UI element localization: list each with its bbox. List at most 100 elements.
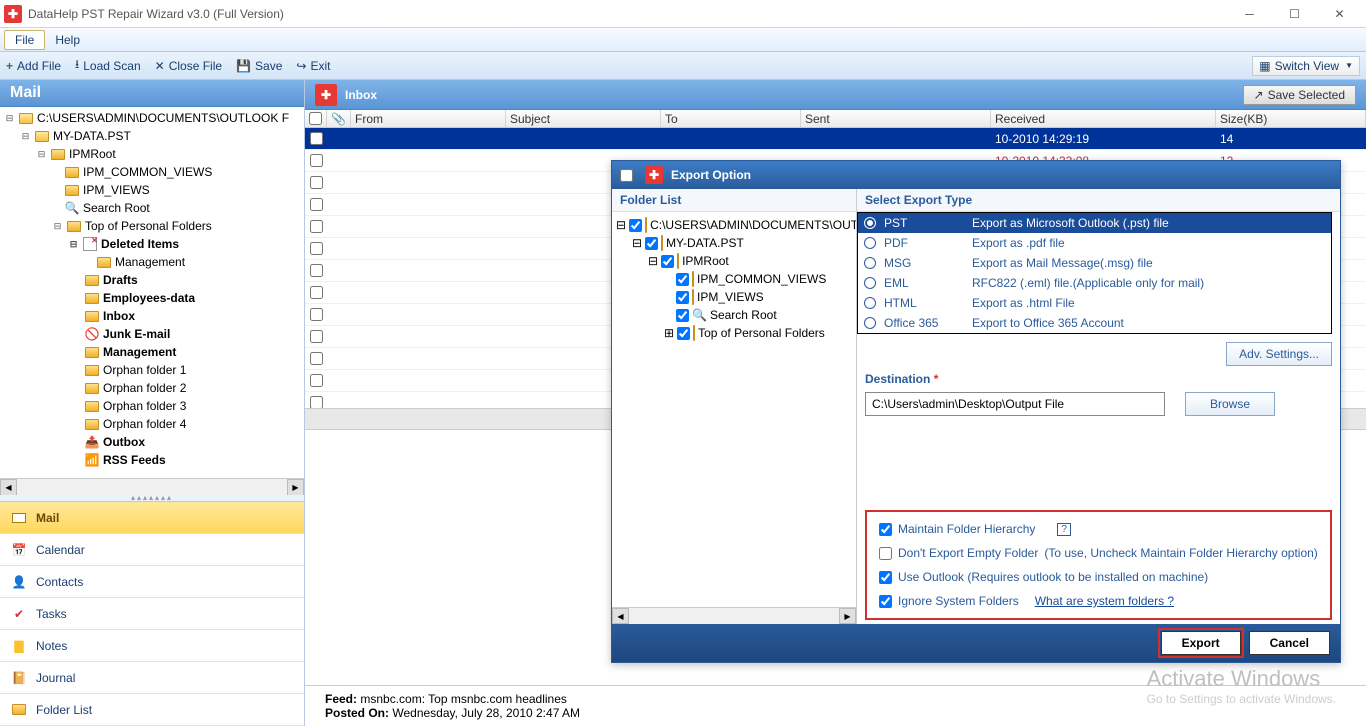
- export-folder-tree[interactable]: ⊟C:\USERS\ADMIN\DOCUMENTS\OUT ⊟MY-DATA.P…: [612, 212, 856, 607]
- tree-checkbox[interactable]: [645, 237, 658, 250]
- search-icon: 🔍: [692, 308, 707, 322]
- nav-contacts[interactable]: 👤Contacts: [0, 566, 304, 598]
- adv-settings-button[interactable]: Adv. Settings...: [1226, 342, 1332, 366]
- export-type-office365[interactable]: Office 365Export to Office 365 Account: [858, 313, 1331, 333]
- expand-icon[interactable]: ⊟: [36, 149, 47, 160]
- dialog-select-all[interactable]: [620, 169, 633, 182]
- attach-column[interactable]: 📎: [327, 110, 351, 127]
- row-checkbox[interactable]: [310, 286, 323, 299]
- system-folders-link[interactable]: What are system folders ?: [1035, 594, 1174, 608]
- nav-journal[interactable]: 📔Journal: [0, 662, 304, 694]
- row-checkbox[interactable]: [310, 198, 323, 211]
- tree-checkbox[interactable]: [676, 309, 689, 322]
- folder-icon: [85, 419, 99, 430]
- file-menu[interactable]: File: [4, 30, 45, 50]
- app-icon: ✚: [4, 5, 22, 23]
- export-type-eml[interactable]: EMLRFC822 (.eml) file.(Applicable only f…: [858, 273, 1331, 293]
- app-icon: ✚: [645, 166, 663, 184]
- load-scan-button[interactable]: ⭳Load Scan: [75, 55, 141, 76]
- nav-list: Mail 📅Calendar 👤Contacts ✔Tasks ▇Notes 📔…: [0, 501, 304, 726]
- export-dialog: ✚ Export Option Folder List ⊟C:\USERS\AD…: [611, 160, 1341, 663]
- dont-export-empty-checkbox[interactable]: Don't Export Empty Folder (To use, Unche…: [879, 546, 1318, 560]
- toolbar: +Add File ⭳Load Scan ✕Close File 💾Save ↪…: [0, 52, 1366, 80]
- tree-checkbox[interactable]: [676, 273, 689, 286]
- exit-button[interactable]: ↪Exit: [296, 59, 330, 73]
- destination-input[interactable]: [865, 392, 1165, 416]
- browse-button[interactable]: Browse: [1185, 392, 1275, 416]
- scroll-right-icon[interactable]: ▶: [287, 479, 304, 496]
- expand-icon[interactable]: ⊟: [52, 221, 63, 232]
- folder-icon: [692, 271, 694, 287]
- received-column[interactable]: Received: [991, 110, 1216, 127]
- minimize-button[interactable]: ─: [1227, 0, 1272, 28]
- maintain-hierarchy-checkbox[interactable]: Maintain Folder Hierarchy?: [879, 522, 1318, 536]
- size-column[interactable]: Size(KB): [1216, 110, 1366, 127]
- cancel-button[interactable]: Cancel: [1249, 631, 1330, 655]
- close-file-button[interactable]: ✕Close File: [155, 59, 222, 73]
- tree-checkbox[interactable]: [629, 219, 642, 232]
- subject-column[interactable]: Subject: [506, 110, 661, 127]
- sent-column[interactable]: Sent: [801, 110, 991, 127]
- row-checkbox[interactable]: [310, 396, 323, 408]
- expand-icon[interactable]: ⊟: [4, 113, 15, 124]
- folder-list-label: Folder List: [612, 189, 856, 212]
- scroll-right-icon[interactable]: ▶: [839, 608, 856, 624]
- row-checkbox[interactable]: [310, 242, 323, 255]
- export-icon: ↗: [1254, 88, 1264, 102]
- close-button[interactable]: ✕: [1317, 0, 1362, 28]
- chevron-down-icon: ▼: [1345, 61, 1353, 70]
- expand-icon[interactable]: ⊟: [20, 131, 31, 142]
- export-type-desc: Export to Office 365 Account: [972, 316, 1124, 330]
- maximize-button[interactable]: ☐: [1272, 0, 1317, 28]
- nav-notes[interactable]: ▇Notes: [0, 630, 304, 662]
- folder-icon: [65, 167, 79, 178]
- row-checkbox[interactable]: [310, 176, 323, 189]
- row-checkbox[interactable]: [310, 154, 323, 167]
- tree-checkbox[interactable]: [661, 255, 674, 268]
- from-column[interactable]: From: [351, 110, 506, 127]
- row-checkbox[interactable]: [310, 308, 323, 321]
- row-checkbox[interactable]: [310, 264, 323, 277]
- export-type-pst[interactable]: PSTExport as Microsoft Outlook (.pst) fi…: [858, 213, 1331, 233]
- to-column[interactable]: To: [661, 110, 801, 127]
- scroll-left-icon[interactable]: ◀: [612, 608, 629, 624]
- folder-tree[interactable]: ⊟C:\USERS\ADMIN\DOCUMENTS\OUTLOOK F ⊟MY-…: [0, 107, 304, 478]
- export-options: Maintain Folder Hierarchy? Don't Export …: [865, 510, 1332, 620]
- dialog-header: ✚ Export Option: [612, 161, 1340, 189]
- nav-mail[interactable]: Mail: [0, 502, 304, 534]
- row-checkbox[interactable]: [310, 132, 323, 145]
- row-checkbox[interactable]: [310, 220, 323, 233]
- export-type-desc: Export as Mail Message(.msg) file: [972, 256, 1153, 270]
- mail-row[interactable]: 10-2010 14:29:1914: [305, 128, 1366, 150]
- help-icon[interactable]: ?: [1057, 523, 1071, 536]
- nav-calendar[interactable]: 📅Calendar: [0, 534, 304, 566]
- export-button[interactable]: Export: [1161, 631, 1241, 655]
- mail-panel-header: Mail: [0, 80, 304, 107]
- app-icon: ✚: [315, 84, 337, 106]
- nav-tasks[interactable]: ✔Tasks: [0, 598, 304, 630]
- row-checkbox[interactable]: [310, 374, 323, 387]
- dialog-tree-scrollbar[interactable]: ◀ ▶: [612, 607, 856, 624]
- inbox-header: ✚ Inbox ↗Save Selected: [305, 80, 1366, 110]
- save-selected-button[interactable]: ↗Save Selected: [1243, 85, 1356, 105]
- scroll-left-icon[interactable]: ◀: [0, 479, 17, 496]
- add-file-button[interactable]: +Add File: [6, 59, 61, 73]
- row-checkbox[interactable]: [310, 352, 323, 365]
- help-menu[interactable]: Help: [45, 31, 90, 49]
- row-checkbox[interactable]: [310, 330, 323, 343]
- ignore-system-checkbox[interactable]: Ignore System FoldersWhat are system fol…: [879, 594, 1318, 608]
- export-type-html[interactable]: HTMLExport as .html File: [858, 293, 1331, 313]
- export-type-code: EML: [884, 276, 964, 290]
- radio-icon: [864, 217, 876, 229]
- select-all-checkbox[interactable]: [309, 112, 322, 125]
- save-button[interactable]: 💾Save: [236, 59, 282, 73]
- use-outlook-checkbox[interactable]: Use Outlook (Requires outlook to be inst…: [879, 570, 1318, 584]
- tree-checkbox[interactable]: [677, 327, 690, 340]
- export-type-pdf[interactable]: PDFExport as .pdf file: [858, 233, 1331, 253]
- tree-checkbox[interactable]: [676, 291, 689, 304]
- outbox-icon: 📤: [84, 435, 100, 449]
- export-type-msg[interactable]: MSGExport as Mail Message(.msg) file: [858, 253, 1331, 273]
- expand-icon[interactable]: ⊟: [68, 239, 79, 250]
- nav-folder-list[interactable]: Folder List: [0, 694, 304, 726]
- switch-view-button[interactable]: ▦Switch View▼: [1252, 56, 1360, 76]
